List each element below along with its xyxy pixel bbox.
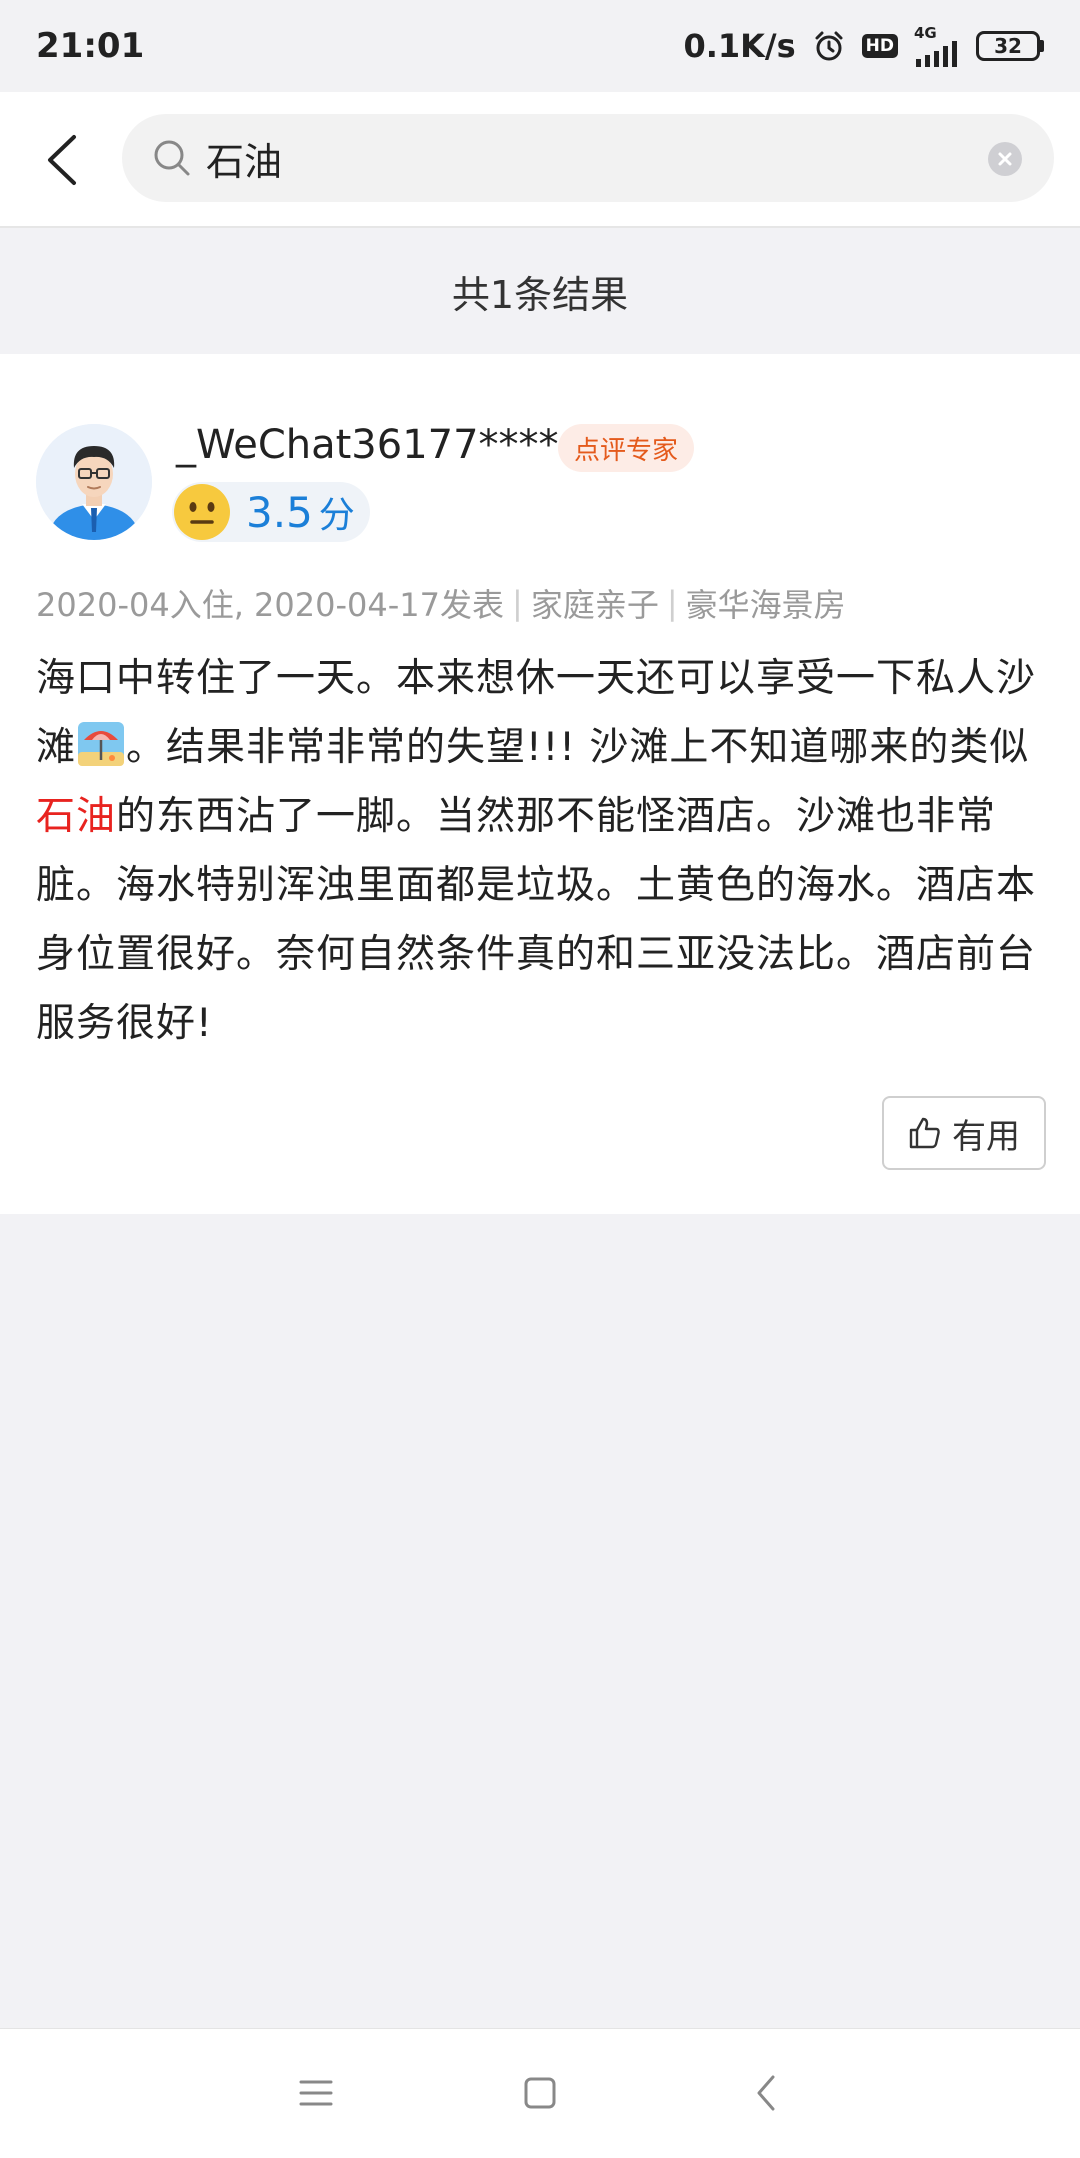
menu-icon [299, 2080, 333, 2106]
home-icon [524, 2077, 556, 2109]
keyword-highlight: 石油 [36, 794, 117, 839]
alarm-icon [812, 29, 846, 63]
back-button[interactable] [34, 128, 90, 192]
status-bar: 21:01 0.1K/s HD 4G 32 [0, 0, 1080, 92]
score-unit: 分 [318, 495, 355, 536]
network-speed: 0.1K/s [683, 27, 796, 65]
battery-icon: 32 [976, 31, 1044, 61]
neutral-face-icon [174, 484, 230, 540]
back-arrow-icon [48, 135, 76, 185]
avatar[interactable] [36, 424, 152, 540]
search-input[interactable] [206, 128, 946, 188]
divider: | [666, 584, 678, 622]
divider: | [512, 584, 523, 622]
room-type: 豪华海景房 [685, 586, 846, 624]
review-text: 海口中转住了一天。本来想休一天还可以享受一下私人沙滩 。结果非常非常的失望!!! … [36, 656, 1037, 1046]
rating-score: 3.5 分 [246, 488, 355, 537]
system-nav-bar [0, 2028, 1080, 2158]
nav-back-button[interactable] [736, 2063, 796, 2123]
search-header [0, 92, 1080, 228]
trip-type: 家庭亲子 [530, 586, 659, 624]
result-count: 共1条结果 [0, 228, 1080, 354]
search-icon [154, 140, 190, 176]
username[interactable]: _WeChat36177**** [176, 422, 559, 472]
beach-umbrella-icon [78, 722, 125, 766]
useful-button[interactable]: 有用 [882, 1096, 1046, 1170]
review-card: _WeChat36177**** 点评专家 3.5 分 2020-04入住, 20… [0, 354, 1080, 1214]
user-avatar-icon [36, 424, 152, 540]
signal-icon: 4G [914, 25, 960, 67]
menu-button[interactable] [286, 2063, 346, 2123]
rating-badge: 3.5 分 [172, 482, 370, 542]
status-time: 21:01 [36, 26, 145, 66]
hd-icon: HD [861, 34, 898, 58]
home-button[interactable] [510, 2063, 570, 2123]
review-meta: 2020-04入住, 2020-04-17发表 | 家庭亲子 | 豪华海景房 [36, 580, 1046, 626]
expert-badge: 点评专家 [558, 424, 695, 472]
thumbs-up-icon [909, 1117, 940, 1149]
search-bar[interactable] [122, 114, 1054, 202]
back-icon [757, 2075, 775, 2111]
clear-icon[interactable] [988, 142, 1022, 176]
review-dates: 2020-04入住, 2020-04-17发表 [36, 586, 505, 624]
status-icons: 0.1K/s HD 4G 32 [683, 25, 1044, 67]
useful-label: 有用 [952, 1116, 1020, 1157]
